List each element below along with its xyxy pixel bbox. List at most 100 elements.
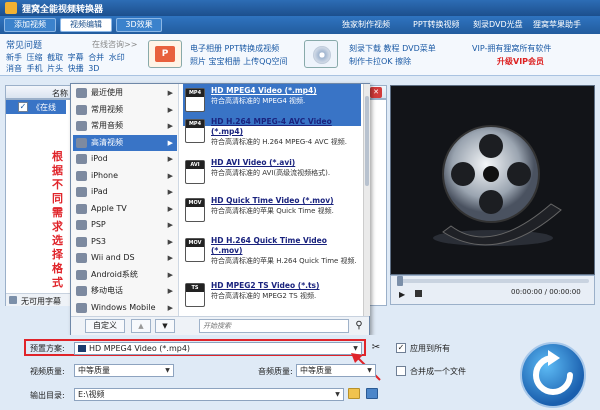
faq-title: 常见问题: [6, 41, 43, 51]
film-reel-icon: [433, 125, 562, 246]
video-quality-select[interactable]: 中等质量 ▼: [74, 364, 174, 377]
faq-link-3d[interactable]: 3D: [88, 64, 99, 73]
category-iphone[interactable]: iPhone ▶: [73, 168, 177, 185]
video-preview: [390, 85, 595, 275]
settings-panel: 预置方案: HD MPEG4 Video (*.mp4) ▼ ✂ ✓ 应用到所有…: [0, 335, 600, 410]
faq-link-phone[interactable]: 手机: [27, 64, 43, 73]
format-item-hd-h264-quicktime[interactable]: MOV HD H.264 Quick Time Video (*.mov) 符合…: [183, 234, 361, 276]
merge-label: 合并成一个文件: [410, 367, 466, 376]
faq-link-cut[interactable]: 截取: [47, 53, 63, 62]
menu-footer: 自定义 ▲ ▼ ⚲: [71, 316, 369, 335]
hd-icon: [76, 137, 87, 148]
promo-karaoke[interactable]: 制作卡拉OK: [349, 57, 393, 66]
category-ipad[interactable]: iPad ▶: [73, 184, 177, 201]
promo-qq-link[interactable]: 上传QQ空间: [243, 57, 288, 66]
open-folder-icon[interactable]: [366, 388, 378, 399]
category-list: 最近使用 ▶ 常用视频 ▶ 常用音频 ▶ 高清视频 ▶ iPod ▶ iPhone ▶ iP…: [71, 84, 179, 316]
format-item-hd-h264[interactable]: MP4 HD H.264 MPEG-4 AVC Video (*.mp4) 符合…: [183, 115, 361, 157]
scroll-down-button[interactable]: ▼: [155, 319, 175, 333]
ppt-album-icon[interactable]: P: [148, 40, 182, 68]
seek-bar[interactable]: [397, 279, 589, 283]
promo-burn-download[interactable]: 刻录下载: [349, 44, 381, 53]
audio-icon: [76, 121, 87, 131]
apply-all-checkbox[interactable]: ✓: [396, 343, 406, 353]
category-mobile-phone[interactable]: 移动电话 ▶: [73, 283, 177, 300]
menu-scrollbar[interactable]: [363, 84, 370, 316]
avi-file-icon: AVI: [185, 160, 205, 184]
promo-ppt-link[interactable]: PPT转换成视频: [225, 44, 280, 53]
category-common-audio[interactable]: 常用音频 ▶: [73, 118, 177, 135]
play-icon[interactable]: ▶: [399, 290, 405, 299]
faq-row-2: 消音 手机 片头 快播 3D: [6, 63, 99, 74]
chevron-down-icon: ▼: [335, 391, 340, 398]
format-name: HD Quick Time Video (*.mov): [211, 196, 334, 205]
promo-album-link[interactable]: 电子相册: [190, 44, 222, 53]
search-icon[interactable]: ⚲: [352, 319, 366, 333]
seek-handle[interactable]: [397, 276, 403, 286]
merge-checkbox[interactable]: [396, 366, 406, 376]
audio-quality-select[interactable]: 中等质量 ▼: [296, 364, 376, 377]
promo-tutorial[interactable]: 教程: [384, 44, 400, 53]
list-item-checkbox[interactable]: ✓: [18, 102, 28, 112]
promo-dvd-menu[interactable]: DVD菜单: [402, 44, 436, 53]
link-apple-helper[interactable]: 狸窝苹果助手: [533, 19, 581, 30]
faq-link-kuaibo[interactable]: 快播: [68, 64, 84, 73]
video-quality-label: 视频质量:: [30, 367, 65, 376]
promo-baby-link[interactable]: 宝宝相册: [209, 57, 241, 66]
category-wii-ds[interactable]: Wii and DS ▶: [73, 250, 177, 267]
folder-icon[interactable]: [348, 388, 360, 399]
video-icon: [76, 104, 87, 115]
faq-link-watermark[interactable]: 水印: [109, 53, 125, 62]
title-bar: 狸窝全能视频转换器: [0, 0, 600, 16]
custom-button[interactable]: 自定义: [85, 319, 125, 333]
category-ps3[interactable]: PS3 ▶: [73, 234, 177, 251]
chevron-down-icon: ▼: [353, 345, 358, 352]
faq-link-compress[interactable]: 压缩: [27, 53, 43, 62]
apply-all-label: 应用到所有: [410, 344, 450, 353]
online-consult-link[interactable]: 在线咨询>>: [92, 39, 137, 50]
link-make-video[interactable]: 独家制作视频: [342, 19, 390, 30]
format-desc: 符合高清标准的 H.264 MPEG-4 AVC 视频.: [211, 138, 347, 146]
quicktime-file-icon: MOV: [185, 238, 205, 262]
vip-link[interactable]: VIP-拥有狸窝所有软件: [472, 43, 551, 54]
scroll-up-button[interactable]: ▲: [131, 319, 151, 333]
output-dir-input[interactable]: E:\视频 ▼: [74, 388, 344, 401]
link-burn-dvd[interactable]: 刻录DVD光盘: [473, 19, 523, 30]
format-name: HD H.264 Quick Time Video (*.mov): [211, 236, 327, 255]
promo-erase[interactable]: 擦除: [395, 57, 411, 66]
format-name: HD MPEG4 Video (*.mp4): [211, 86, 317, 95]
faq-link-subtitle[interactable]: 字幕: [68, 53, 84, 62]
category-common-video[interactable]: 常用视频 ▶: [73, 102, 177, 119]
link-ppt-video[interactable]: PPT转换视频: [413, 19, 460, 30]
list-item[interactable]: ✓ 《在线: [6, 100, 66, 114]
faq-link-intro[interactable]: 片头: [47, 64, 63, 73]
category-recent[interactable]: 最近使用 ▶: [73, 85, 177, 102]
search-input[interactable]: [199, 319, 349, 333]
format-name: HD AVI Video (*.avi): [211, 158, 296, 167]
tab-add-video[interactable]: 添加视频: [4, 18, 56, 32]
close-icon[interactable]: ✕: [370, 87, 382, 98]
faq-link-mute[interactable]: 消音: [6, 64, 22, 73]
category-hd-video[interactable]: 高清视频 ▶: [73, 134, 177, 151]
name-column-header[interactable]: 名称: [52, 88, 68, 99]
tab-video-edit[interactable]: 视频编辑: [60, 18, 112, 32]
category-android[interactable]: Android系统 ▶: [73, 267, 177, 284]
dvd-burn-icon[interactable]: [304, 40, 338, 68]
category-ipod[interactable]: iPod ▶: [73, 151, 177, 168]
category-apple-tv[interactable]: Apple TV ▶: [73, 201, 177, 218]
format-item-hd-mpeg2-ts[interactable]: TS HD MPEG2 TS Video (*.ts) 符合高清标准的 MPEG…: [183, 279, 361, 316]
format-item-hd-avi[interactable]: AVI HD AVI Video (*.avi) 符合高清标准的 AVI(高级流…: [183, 156, 361, 198]
category-psp[interactable]: PSP ▶: [73, 217, 177, 234]
preset-select[interactable]: HD MPEG4 Video (*.mp4) ▼: [74, 342, 362, 355]
convert-button[interactable]: [520, 342, 586, 408]
stop-icon[interactable]: [415, 290, 422, 297]
format-menu: 最近使用 ▶ 常用视频 ▶ 常用音频 ▶ 高清视频 ▶ iPod ▶ iPhone ▶ iP…: [70, 83, 370, 335]
tab-3d-effect[interactable]: 3D效果: [116, 18, 162, 32]
vip-upgrade-link[interactable]: 升级VIP会员: [497, 56, 544, 67]
ipod-icon: [76, 154, 87, 164]
faq-link-merge[interactable]: 合并: [88, 53, 104, 62]
category-windows-mobile[interactable]: Windows Mobile ▶: [73, 300, 177, 317]
faq-link-novice[interactable]: 新手: [6, 53, 22, 62]
format-item-hd-quicktime[interactable]: MOV HD Quick Time Video (*.mov) 符合高清标准的苹…: [183, 194, 361, 236]
promo-photo-link[interactable]: 照片: [190, 57, 206, 66]
